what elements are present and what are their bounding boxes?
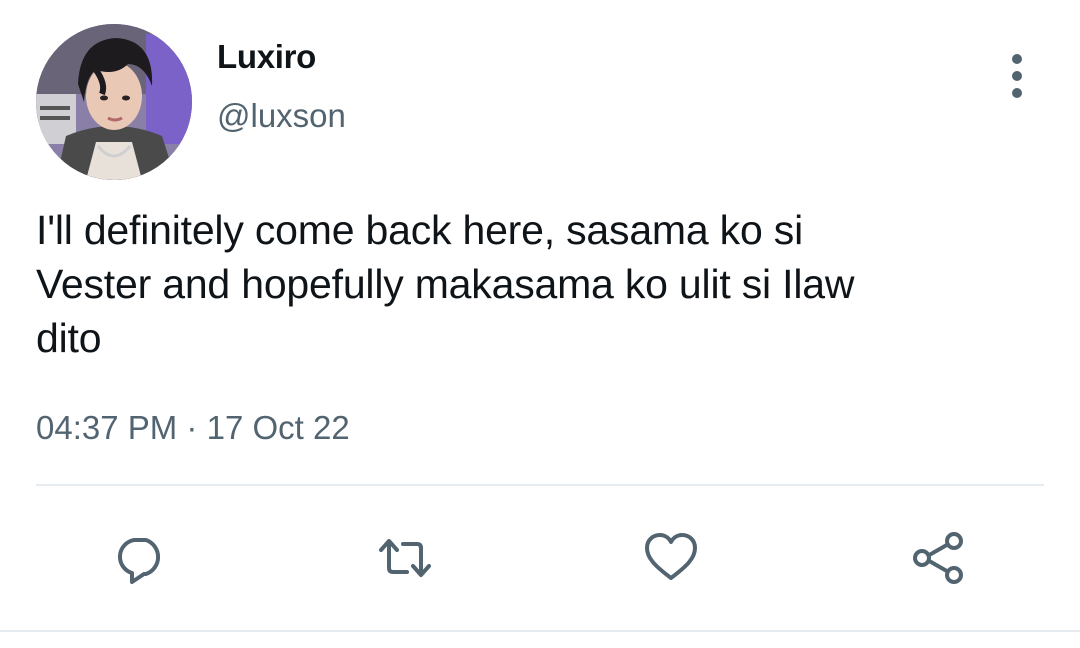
tweet-timestamp[interactable]: 04:37 PM · 17 Oct 22 [36,409,350,447]
profile-photo [36,24,192,180]
timestamp-separator: · [186,409,198,446]
avatar[interactable] [36,24,192,180]
tweet-date: 17 Oct 22 [206,409,350,446]
more-options-button[interactable] [998,52,1036,100]
share-button[interactable] [908,528,968,588]
retweet-arrows-icon [379,539,431,577]
share-nodes-icon [913,532,963,584]
divider [36,484,1044,486]
user-handle[interactable]: @luxson [217,97,346,135]
retweet-button[interactable] [375,528,435,588]
tweet-text: I'll definitely come back here, sasama k… [36,207,855,361]
tweet-time: 04:37 PM [36,409,178,446]
bottom-divider [0,630,1080,632]
speech-bubble-icon [117,538,161,584]
reply-button[interactable] [110,528,170,588]
like-button[interactable] [641,528,701,588]
vertical-ellipsis-icon [1012,54,1022,64]
display-name[interactable]: Luxiro [217,38,316,76]
heart-icon [645,533,697,580]
vertical-ellipsis-icon [1012,88,1022,98]
vertical-ellipsis-icon [1012,71,1022,81]
